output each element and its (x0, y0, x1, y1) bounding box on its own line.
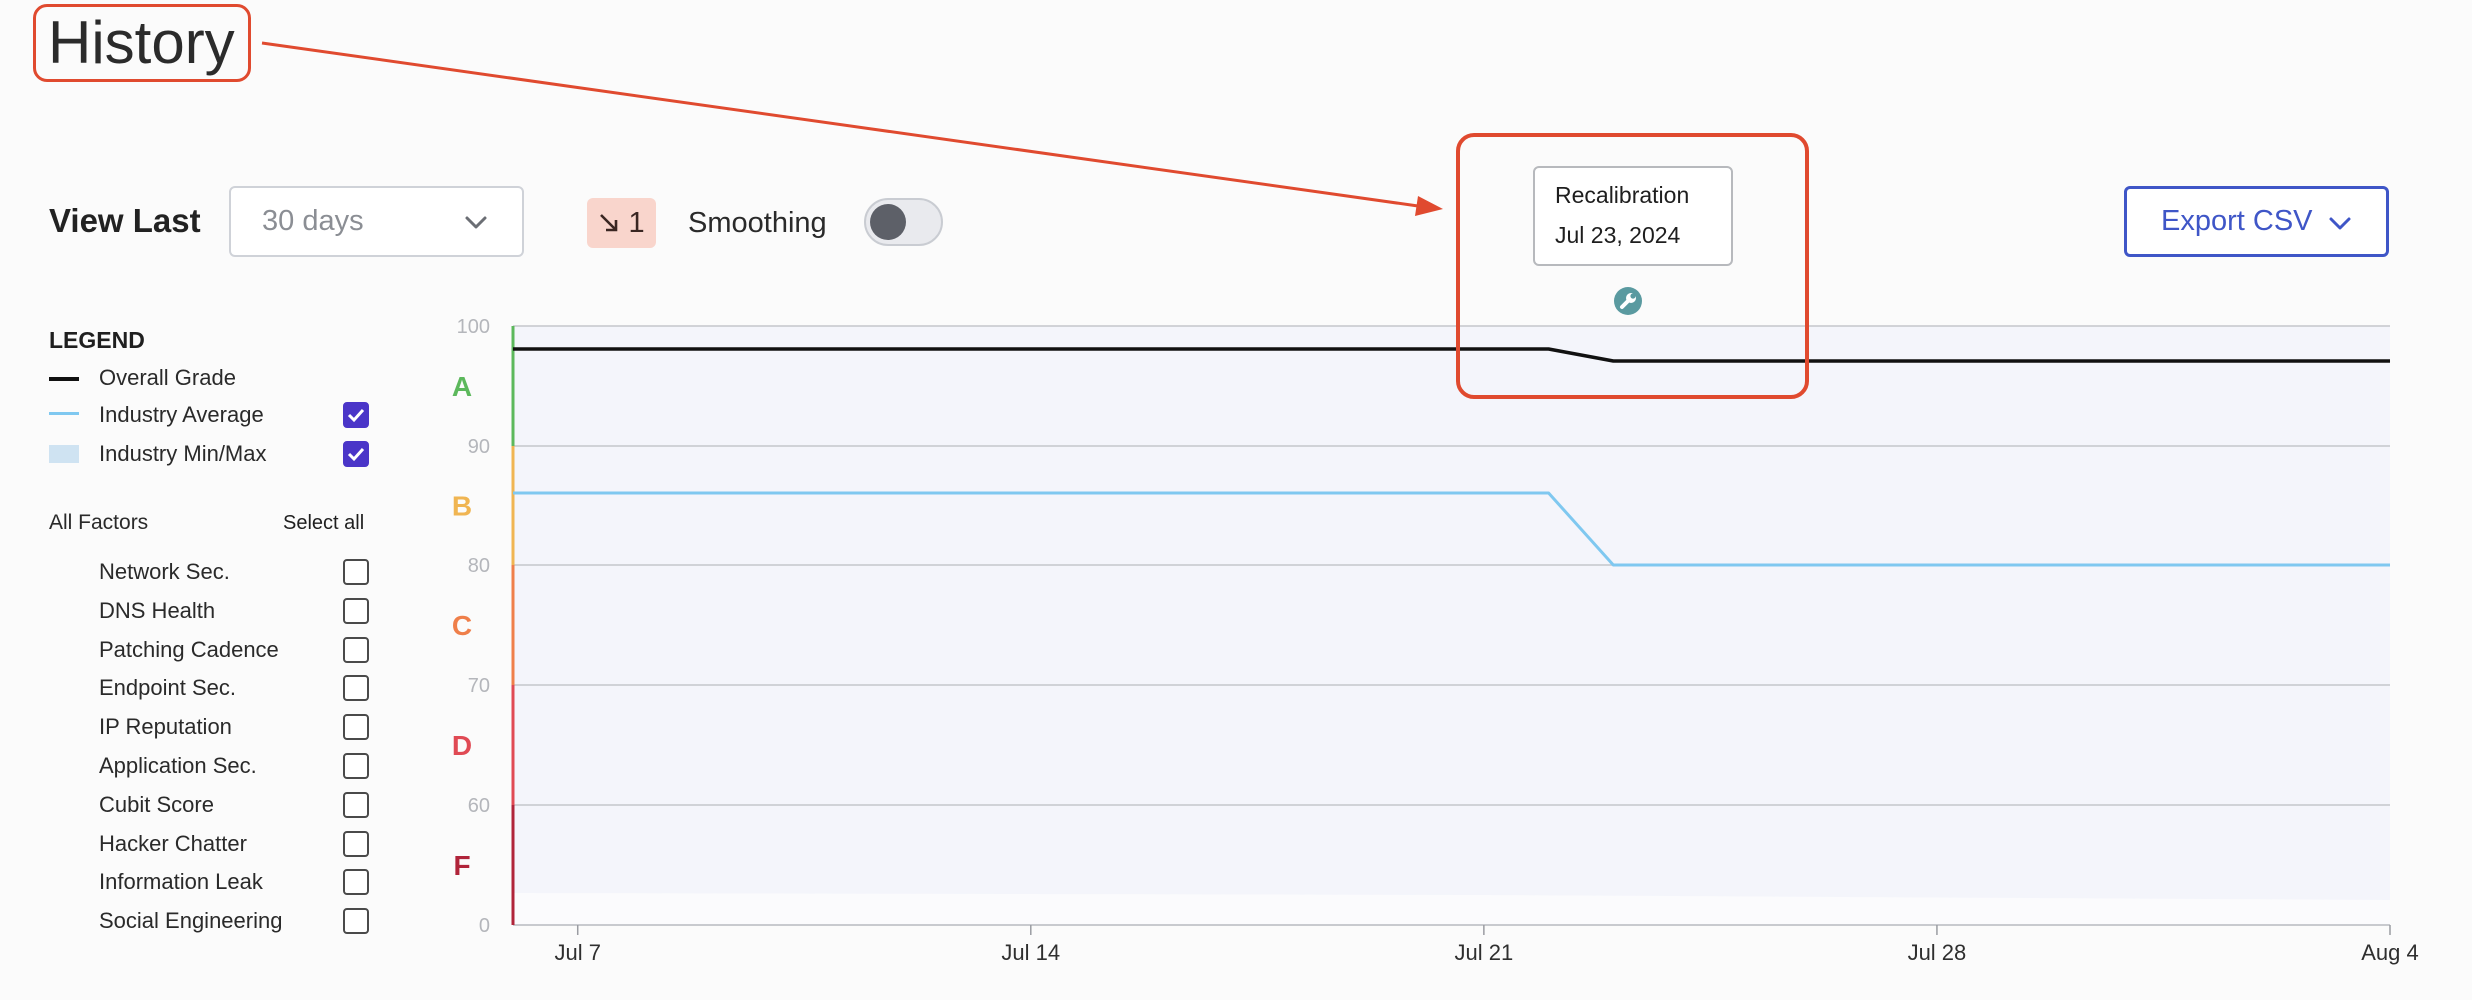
grade-label: A (452, 371, 472, 402)
grade-label: D (452, 730, 472, 761)
y-tick-label: 90 (468, 436, 490, 458)
recalibration-tooltip: Recalibration Jul 23, 2024 (1533, 166, 1733, 266)
plot-background (513, 326, 2390, 925)
event-title: Recalibration (1555, 182, 1690, 208)
x-tick-label: Jul 28 (1908, 940, 1967, 965)
x-tick-label: Jul 7 (554, 940, 600, 965)
grade-label: C (452, 610, 472, 641)
x-tick-label: Jul 14 (1001, 940, 1060, 965)
y-tick-label: 80 (468, 555, 490, 577)
grade-label: B (452, 491, 472, 522)
y-tick-label: 70 (468, 675, 490, 697)
y-tick-label: 60 (468, 795, 490, 817)
event-date: Jul 23, 2024 (1555, 222, 1681, 248)
x-tick-label: Jul 21 (1455, 940, 1514, 965)
y-tick-label: 0 (479, 915, 490, 937)
grade-label: F (453, 850, 470, 881)
y-tick-label: 100 (457, 316, 490, 338)
x-tick-label: Aug 4 (2361, 940, 2419, 965)
wrench-icon[interactable] (1613, 286, 1643, 316)
history-chart: 0 60 70 80 90 100 A B C D F Jul 7 Jul 14 Jul 21 Jul 28… (452, 316, 2419, 965)
